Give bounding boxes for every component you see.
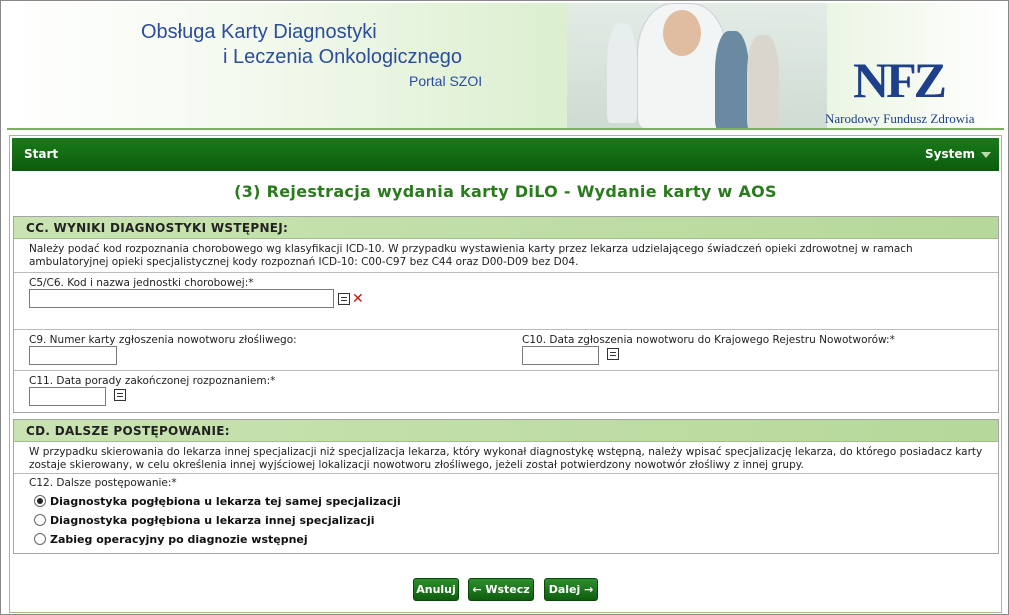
- back-button[interactable]: ← Wstecz: [468, 578, 534, 601]
- banner-title-line2: i Leczenia Onkologicznego: [223, 46, 463, 68]
- banner-title-line1: Obsługa Karty Diagnostyki: [141, 21, 377, 43]
- portal-name: Portal SZOI: [409, 73, 483, 89]
- cancel-button[interactable]: Anuluj: [413, 578, 459, 601]
- person-figure: [747, 35, 779, 128]
- nav-system-menu[interactable]: System: [925, 147, 991, 161]
- list-icon[interactable]: [338, 293, 350, 305]
- app-window: Obsługa Karty Diagnostyki i Leczenia Onk…: [0, 0, 1009, 615]
- row-c9-c10: C9. Numer karty zgłoszenia nowotworu zło…: [14, 330, 998, 371]
- c10-label: C10. Data zgłoszenia nowotworu do Krajow…: [522, 334, 895, 346]
- nav-system-label: System: [925, 147, 975, 161]
- calendar-list-icon[interactable]: [607, 348, 619, 360]
- delete-icon[interactable]: ✕: [352, 292, 364, 306]
- row-c11: C11. Data porady zakończonej rozpoznanie…: [14, 371, 998, 411]
- doctors-photo: [567, 3, 827, 128]
- section-cc-heading: CC. WYNIKI DIAGNOSTYKI WSTĘPNEJ:: [14, 217, 998, 239]
- section-cd: CD. DALSZE POSTĘPOWANIE: W przypadku ski…: [13, 419, 999, 554]
- radio-option-label: Diagnostyka pogłębiona u lekarza innej s…: [50, 513, 375, 527]
- c5-label: C5/C6. Kod i nazwa jednostki chorobowej:…: [29, 277, 254, 289]
- row-c12: C12. Dalsze postępowanie:* Diagnostyka p…: [14, 474, 998, 552]
- page-title: (3) Rejestracja wydania karty DiLO - Wyd…: [234, 182, 777, 201]
- c9-number-input[interactable]: [29, 346, 117, 365]
- radio-button[interactable]: [34, 495, 46, 507]
- c11-date-input[interactable]: [29, 387, 106, 406]
- main-panel: Start System (3) Rejestracja wydania kar…: [9, 135, 1002, 613]
- next-button[interactable]: Dalej →: [544, 578, 598, 601]
- nfz-logo: NFZ: [853, 52, 947, 108]
- header-banner: Obsługa Karty Diagnostyki i Leczenia Onk…: [7, 3, 1004, 130]
- radio-option-other-spec[interactable]: Diagnostyka pogłębiona u lekarza innej s…: [34, 511, 375, 529]
- c11-label: C11. Data porady zakończonej rozpoznanie…: [29, 375, 276, 387]
- radio-option-label: Zabieg operacyjny po diagnozie wstępnej: [50, 532, 308, 546]
- nav-start-link[interactable]: Start: [24, 147, 58, 161]
- section-cd-note: W przypadku skierowania do lekarza innej…: [14, 442, 998, 474]
- section-cd-heading: CD. DALSZE POSTĘPOWANIE:: [14, 420, 998, 442]
- person-figure: [607, 23, 637, 123]
- c5-code-input[interactable]: [29, 289, 334, 308]
- radio-button[interactable]: [34, 514, 46, 526]
- section-cc: CC. WYNIKI DIAGNOSTYKI WSTĘPNEJ: Należy …: [13, 216, 999, 413]
- top-navbar: Start System: [12, 138, 999, 171]
- c9-label: C9. Numer karty zgłoszenia nowotworu zło…: [29, 334, 297, 346]
- person-figure: [637, 3, 727, 128]
- radio-button[interactable]: [34, 533, 46, 545]
- caret-down-icon: [981, 151, 991, 158]
- calendar-list-icon[interactable]: [114, 389, 126, 401]
- c12-label: C12. Dalsze postępowanie:*: [29, 477, 177, 489]
- radio-option-surgery[interactable]: Zabieg operacyjny po diagnozie wstępnej: [34, 530, 308, 548]
- radio-option-label: Diagnostyka pogłębiona u lekarza tej sam…: [50, 494, 401, 508]
- row-c5: C5/C6. Kod i nazwa jednostki chorobowej:…: [14, 273, 998, 330]
- c10-date-input[interactable]: [522, 346, 599, 365]
- section-cc-note: Należy podać kod rozpoznania chorobowego…: [14, 239, 998, 273]
- person-figure: [715, 31, 749, 128]
- radio-option-same-spec[interactable]: Diagnostyka pogłębiona u lekarza tej sam…: [34, 492, 401, 510]
- person-head: [663, 10, 701, 56]
- nfz-subtitle: Narodowy Fundusz Zdrowia: [825, 111, 975, 126]
